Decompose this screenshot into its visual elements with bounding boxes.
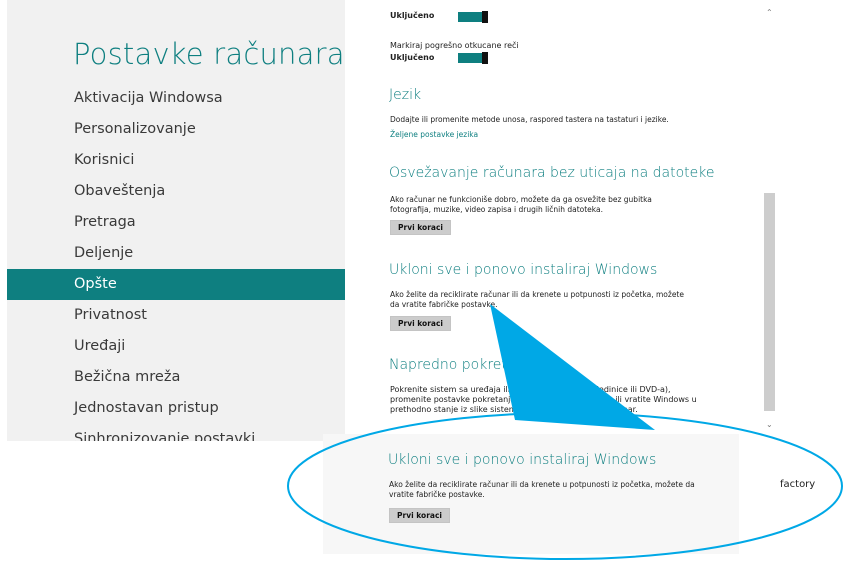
callout-pointer [490,304,655,430]
callout-ellipse [287,412,843,560]
callout-overlay [287,304,843,560]
